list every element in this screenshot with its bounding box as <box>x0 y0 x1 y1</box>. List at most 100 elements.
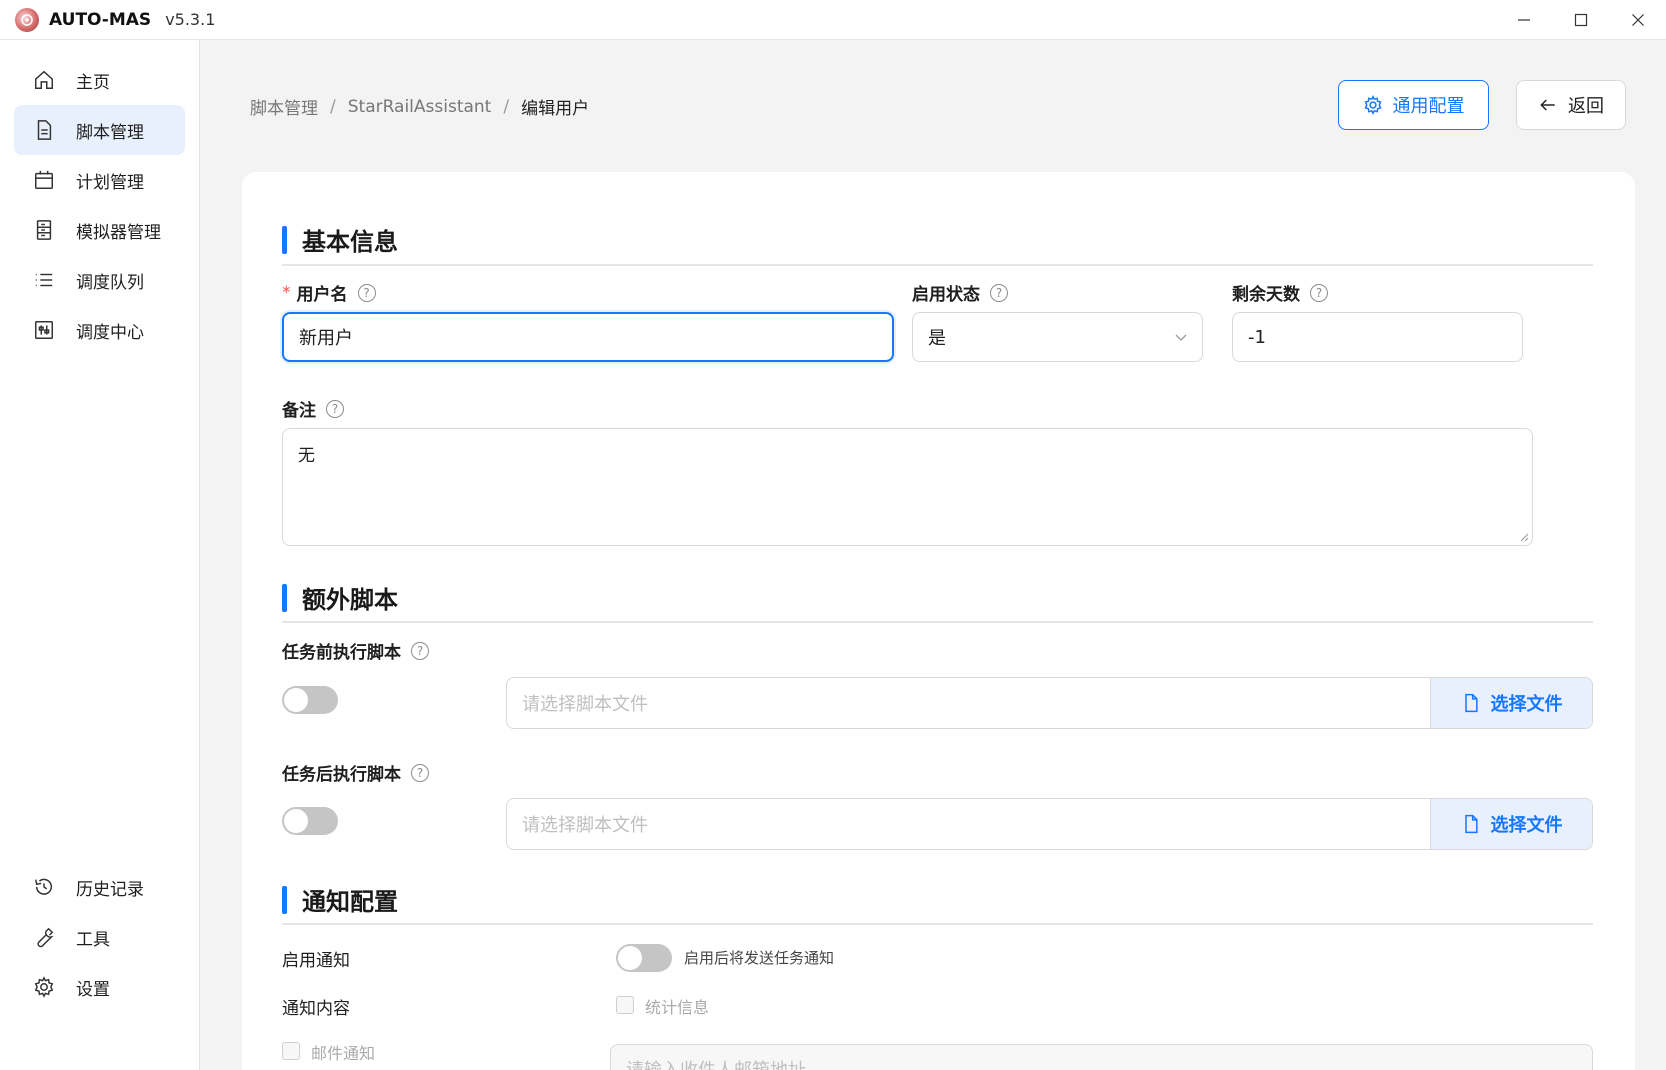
file-icon <box>1464 814 1478 834</box>
help-icon[interactable]: ? <box>411 763 429 782</box>
sidebar-item-label: 主页 <box>76 72 110 93</box>
sidebar-item-dispatch[interactable]: 调度中心 <box>14 305 185 355</box>
sidebar-item-home[interactable]: 主页 <box>14 55 185 105</box>
section-accent-bar <box>282 225 287 254</box>
section-title: 通知配置 <box>302 888 398 916</box>
app-name: AUTO-MAS <box>49 9 152 30</box>
minimize-icon <box>1517 19 1530 21</box>
sidebar-item-tools[interactable]: 工具 <box>14 912 185 962</box>
sidebar-item-emulators[interactable]: 模拟器管理 <box>14 205 185 255</box>
general-config-label: 通用配置 <box>1392 96 1465 117</box>
section-title: 基本信息 <box>302 228 398 256</box>
help-icon[interactable]: ? <box>990 283 1008 302</box>
help-icon[interactable]: ? <box>1310 283 1328 302</box>
sidebar-item-label: 调度队列 <box>76 272 144 293</box>
enable-notify-toggle[interactable] <box>616 944 672 972</box>
note-value: 无 <box>298 446 315 466</box>
sidebar-item-label: 脚本管理 <box>76 122 144 143</box>
note-label-text: 备注 <box>282 401 316 421</box>
file-icon <box>1464 693 1478 713</box>
days-label-text: 剩余天数 <box>1232 285 1300 305</box>
section-accent-bar <box>282 583 287 612</box>
username-input[interactable]: 新用户 <box>282 312 894 362</box>
history-icon <box>32 875 56 899</box>
email-notify-checkbox[interactable] <box>282 1042 300 1060</box>
section-basic-info: 基本信息 <box>282 222 398 257</box>
pre-script-toggle[interactable] <box>282 686 338 714</box>
pre-script-label: 任务前执行脚本 ? <box>282 638 429 663</box>
home-icon <box>32 68 56 92</box>
help-icon[interactable]: ? <box>357 283 376 302</box>
chevron-down-icon <box>1175 334 1187 341</box>
breadcrumb-item-scripts[interactable]: 脚本管理 <box>250 94 318 119</box>
username-value: 新用户 <box>299 328 353 349</box>
post-script-choose-file-button[interactable]: 选择文件 <box>1430 799 1592 849</box>
calendar-icon <box>32 168 56 192</box>
breadcrumb-item-current: 编辑用户 <box>521 99 590 119</box>
note-label: 备注 ? <box>282 396 344 421</box>
section-accent-bar <box>282 885 287 914</box>
post-script-toggle[interactable] <box>282 807 338 835</box>
sidebar-item-label: 调度中心 <box>76 322 144 343</box>
status-label: 启用状态 ? <box>912 280 1008 305</box>
maximize-button[interactable] <box>1552 0 1609 40</box>
toggle-knob <box>284 688 308 712</box>
stats-checkbox[interactable] <box>616 996 634 1014</box>
toggle-knob <box>618 946 642 970</box>
section-title: 额外脚本 <box>302 586 398 614</box>
close-icon <box>1631 14 1644 26</box>
remaining-days-input[interactable]: -1 <box>1232 312 1523 362</box>
app-logo-icon <box>15 7 39 32</box>
breadcrumb-item-script[interactable]: StarRailAssistant <box>348 97 492 117</box>
email-placeholder: 请输入收件人邮箱地址 <box>626 1056 806 1070</box>
server-icon <box>32 218 56 242</box>
help-icon[interactable]: ? <box>411 641 429 660</box>
sidebar-item-settings[interactable]: 设置 <box>14 962 185 1012</box>
help-icon[interactable]: ? <box>326 399 344 418</box>
notify-content-label: 通知内容 <box>282 999 350 1019</box>
sliders-icon <box>32 318 56 342</box>
choose-file-label: 选择文件 <box>1490 694 1563 715</box>
sidebar-item-plans[interactable]: 计划管理 <box>14 155 185 205</box>
wrench-icon <box>32 925 56 949</box>
section-notify: 通知配置 <box>282 882 398 917</box>
post-script-label: 任务后执行脚本 ? <box>282 760 429 785</box>
maximize-icon <box>1574 13 1587 27</box>
sidebar-item-queue[interactable]: 调度队列 <box>14 255 185 305</box>
sidebar-item-label: 工具 <box>76 929 110 950</box>
back-button[interactable]: 返回 <box>1516 80 1626 130</box>
sidebar-item-label: 历史记录 <box>76 879 144 900</box>
close-window-button[interactable] <box>1609 0 1666 40</box>
main-content: 脚本管理 / StarRailAssistant / 编辑用户 通用配置 返回 … <box>200 40 1666 1070</box>
general-config-button[interactable]: 通用配置 <box>1338 80 1489 130</box>
note-textarea[interactable]: 无 <box>282 428 1533 546</box>
username-label-text: 用户名 <box>296 285 348 305</box>
sidebar: 主页 脚本管理 计划管理 模拟器管理 调度队列 调度中心 历史记录 工具 设置 <box>0 40 200 1070</box>
post-script-label-text: 任务后执行脚本 <box>282 765 401 785</box>
sidebar-item-label: 设置 <box>76 979 110 1000</box>
pre-script-placeholder: 请选择脚本文件 <box>522 694 648 715</box>
email-notify-label: 邮件通知 <box>311 1044 376 1063</box>
minimize-button[interactable] <box>1495 0 1552 40</box>
required-mark: * <box>282 282 291 303</box>
pre-script-file-input[interactable]: 请选择脚本文件 选择文件 <box>506 677 1593 729</box>
pre-script-label-text: 任务前执行脚本 <box>282 643 401 663</box>
app-version: v5.3.1 <box>165 10 216 29</box>
username-label: * 用户名 ? <box>282 280 376 305</box>
post-script-file-input[interactable]: 请选择脚本文件 选择文件 <box>506 798 1593 850</box>
enable-notify-label: 启用通知 <box>282 951 350 971</box>
title-bar: AUTO-MAS v5.3.1 <box>0 0 1666 40</box>
sidebar-item-history[interactable]: 历史记录 <box>14 862 185 912</box>
enable-notify-hint: 启用后将发送任务通知 <box>684 949 835 967</box>
sidebar-item-scripts[interactable]: 脚本管理 <box>14 105 185 155</box>
status-select[interactable]: 是 <box>912 312 1203 362</box>
breadcrumb-separator: / <box>330 96 336 117</box>
sidebar-item-label: 模拟器管理 <box>76 222 161 243</box>
status-value: 是 <box>928 328 946 349</box>
email-address-input[interactable]: 请输入收件人邮箱地址 <box>610 1044 1593 1070</box>
breadcrumb-separator: / <box>503 96 510 117</box>
file-icon <box>32 118 56 142</box>
pre-script-choose-file-button[interactable]: 选择文件 <box>1430 678 1592 728</box>
resize-grip-icon[interactable] <box>1519 532 1529 542</box>
stats-label: 统计信息 <box>645 998 710 1017</box>
